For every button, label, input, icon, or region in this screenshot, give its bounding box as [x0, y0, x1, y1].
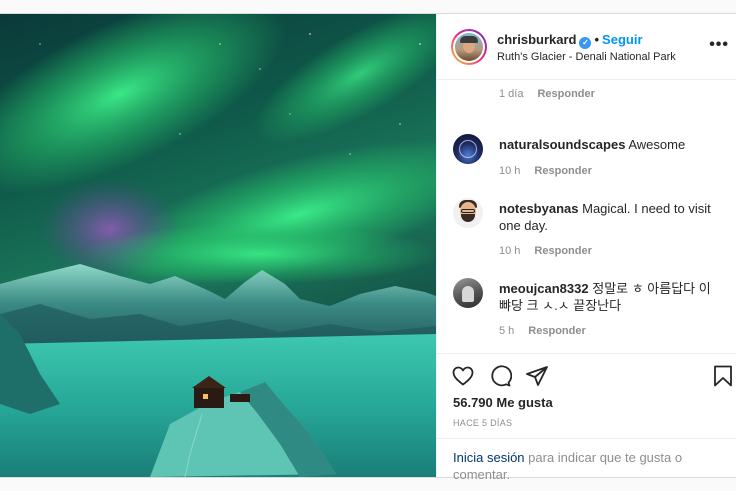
- author-avatar-image: [455, 33, 483, 61]
- comments-list[interactable]: 1 día Responder naturalsoundscapes Awesom…: [437, 81, 736, 353]
- comment-meta: 10 h Responder: [499, 165, 592, 177]
- comment-body: Awesome: [628, 137, 686, 152]
- commenter-username[interactable]: notesbyanas: [499, 201, 578, 216]
- likes-count[interactable]: 56.790 Me gusta: [453, 395, 553, 410]
- commenter-username[interactable]: naturalsoundscapes: [499, 137, 625, 152]
- commenter-username[interactable]: meoujcan8332: [499, 281, 589, 296]
- separator-dot: •: [594, 32, 600, 47]
- comment-time: 10 h: [499, 245, 521, 257]
- post-side-panel: chrisburkard ✓ • Seguir Ruth's Glacier - De…: [436, 14, 736, 482]
- more-options-icon[interactable]: •••: [709, 36, 729, 54]
- follow-button[interactable]: Seguir: [602, 32, 642, 47]
- aurora-landscape-image: [0, 14, 436, 477]
- heart-icon[interactable]: [451, 364, 475, 388]
- post-header: chrisburkard ✓ • Seguir Ruth's Glacier - De…: [437, 14, 736, 80]
- bookmark-icon[interactable]: [711, 364, 735, 388]
- comment-time: 10 h: [499, 165, 521, 177]
- reply-button[interactable]: Responder: [537, 88, 594, 100]
- post-location[interactable]: Ruth's Glacier - Denali National Park: [497, 51, 676, 63]
- post-photo[interactable]: [0, 14, 436, 477]
- author-line: chrisburkard ✓ • Seguir: [497, 32, 643, 49]
- commenter-avatar[interactable]: [453, 134, 483, 164]
- comment-time: 5 h: [499, 325, 515, 337]
- caption-meta: 1 día Responder: [499, 88, 595, 100]
- author-avatar[interactable]: [451, 29, 487, 65]
- reply-button[interactable]: Responder: [534, 245, 591, 257]
- comment-icon[interactable]: [488, 364, 512, 388]
- comment-text: notesbyanas Magical. I need to visit one…: [499, 200, 724, 234]
- reply-button[interactable]: Responder: [528, 325, 585, 337]
- comment-text: meoujcan8332 정말로 ㅎ 아름답다 이 뺘당 크 ㅅ.ㅅ 끝장난다: [499, 280, 724, 314]
- commenter-avatar[interactable]: [453, 278, 483, 308]
- post-time-ago: HACE 5 DÍAS: [453, 418, 513, 428]
- post-dialog: chrisburkard ✓ • Seguir Ruth's Glacier - De…: [0, 13, 736, 482]
- comment-text: naturalsoundscapes Awesome: [499, 136, 724, 153]
- login-link[interactable]: Inicia sesión: [453, 450, 525, 465]
- login-prompt: Inicia sesión para indicar que te gusta …: [437, 438, 736, 482]
- comment-meta: 5 h Responder: [499, 325, 586, 337]
- share-icon[interactable]: [525, 364, 549, 388]
- login-prompt-text: Inicia sesión para indicar que te gusta …: [453, 449, 723, 483]
- verified-badge-icon: ✓: [579, 37, 592, 49]
- post-actions: 56.790 Me gusta HACE 5 DÍAS Inicia sesió…: [437, 353, 736, 482]
- reply-button[interactable]: Responder: [534, 165, 591, 177]
- caption-time: 1 día: [499, 88, 524, 100]
- author-username[interactable]: chrisburkard: [497, 32, 576, 47]
- commenter-avatar[interactable]: [453, 198, 483, 228]
- comment-meta: 10 h Responder: [499, 245, 592, 257]
